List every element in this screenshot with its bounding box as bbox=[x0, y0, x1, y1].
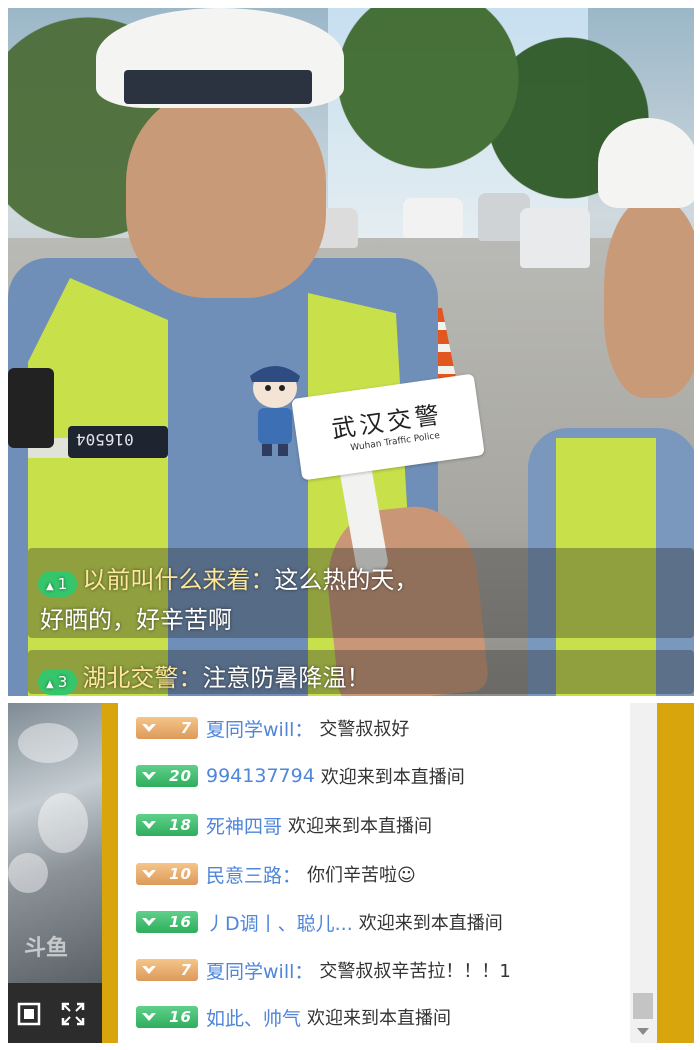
fullscreen-icon[interactable] bbox=[16, 1001, 42, 1027]
live-video-player[interactable]: 016504 武汉交警 Wuhan Traffic Police ▲ 1 以前叫什… bbox=[8, 8, 694, 696]
chat-message: 7 夏同学will： 交警叔叔好 bbox=[136, 713, 409, 743]
heart-badge-icon bbox=[142, 918, 156, 926]
danmu-username: 以前叫什么来着： bbox=[82, 566, 275, 594]
danmu-level-badge: ▲ 1 bbox=[38, 570, 78, 597]
chat-text: 欢迎来到本直播间 bbox=[320, 767, 465, 788]
chat-text: 你们辛苦啦☺ bbox=[307, 865, 416, 886]
danmu-level-badge: ▲ 3 bbox=[38, 668, 78, 695]
chat-username[interactable]: 夏同学will： bbox=[206, 957, 313, 984]
video-car bbox=[403, 198, 463, 238]
chat-text: 欢迎来到本直播间 bbox=[288, 816, 433, 837]
chat-username[interactable]: 丿D调丨、聪儿... bbox=[206, 909, 353, 936]
chat-message: 7 夏同学will： 交警叔叔辛苦拉！！！1 bbox=[136, 955, 511, 985]
heart-badge-icon bbox=[142, 870, 156, 878]
danmu-text: 注意防暑降温！ bbox=[202, 664, 371, 692]
fan-level-badge: 7 bbox=[136, 717, 198, 739]
danmu-text: 这么热的天， bbox=[274, 566, 419, 594]
police-mascot-icon bbox=[250, 366, 300, 456]
platform-logo: 斗鱼 bbox=[24, 936, 69, 961]
heart-badge-icon bbox=[142, 724, 156, 732]
officer-badge-number: 016504 bbox=[76, 430, 134, 449]
heart-badge-icon bbox=[142, 772, 156, 780]
chat-username[interactable]: 如此、帅气 bbox=[206, 1004, 301, 1031]
chat-message: 20 994137794 欢迎来到本直播间 bbox=[136, 761, 465, 791]
chat-scrollbar[interactable] bbox=[630, 703, 657, 1043]
danmu-message: ▲ 3 湖北交警：注意防暑降温！ bbox=[8, 650, 694, 695]
chat-border-right bbox=[657, 703, 694, 1043]
danmu-text-line2: 好晒的，好辛苦啊 bbox=[40, 606, 232, 634]
scroll-down-arrow-icon[interactable] bbox=[637, 1028, 649, 1035]
fan-level-badge: 20 bbox=[136, 765, 198, 787]
chat-border-left bbox=[102, 703, 118, 1043]
fan-level-badge: 16 bbox=[136, 911, 198, 933]
chat-message: 10 民意三路： 你们辛苦啦☺ bbox=[136, 859, 416, 889]
chat-message: 18 死神四哥 欢迎来到本直播间 bbox=[136, 810, 432, 840]
heart-badge-icon bbox=[142, 821, 156, 829]
chat-text: 欢迎来到本直播间 bbox=[358, 913, 503, 934]
chat-message: 16 如此、帅气 欢迎来到本直播间 bbox=[136, 1002, 451, 1032]
chat-message: 16 丿D调丨、聪儿... 欢迎来到本直播间 bbox=[136, 907, 503, 937]
danmu-username: 湖北交警： bbox=[82, 664, 203, 692]
mini-player-controls bbox=[8, 983, 102, 1043]
fan-level-badge: 16 bbox=[136, 1006, 198, 1028]
chat-text: 欢迎来到本直播间 bbox=[307, 1008, 452, 1029]
heart-badge-icon bbox=[142, 966, 156, 974]
heart-badge-icon bbox=[142, 1013, 156, 1021]
chat-text: 交警叔叔辛苦拉！！！1 bbox=[319, 961, 511, 982]
danmu-message: ▲ 1 以前叫什么来着：这么热的天， 好晒的，好辛苦啊 bbox=[8, 548, 694, 638]
chat-username[interactable]: 夏同学will： bbox=[206, 715, 313, 742]
chat-text: 交警叔叔好 bbox=[319, 719, 410, 740]
chat-panel[interactable]: 7 夏同学will： 交警叔叔好 20 994137794 欢迎来到本直播间 1… bbox=[118, 703, 630, 1043]
fan-level-badge: 18 bbox=[136, 814, 198, 836]
expand-icon[interactable] bbox=[60, 1001, 86, 1027]
chat-scrollbar-thumb[interactable] bbox=[633, 993, 653, 1019]
fan-level-badge: 7 bbox=[136, 959, 198, 981]
chat-username[interactable]: 民意三路： bbox=[206, 861, 301, 888]
chat-username[interactable]: 994137794 bbox=[206, 765, 315, 787]
chat-username[interactable]: 死神四哥 bbox=[206, 812, 282, 839]
fan-level-badge: 10 bbox=[136, 863, 198, 885]
video-car bbox=[520, 208, 590, 268]
